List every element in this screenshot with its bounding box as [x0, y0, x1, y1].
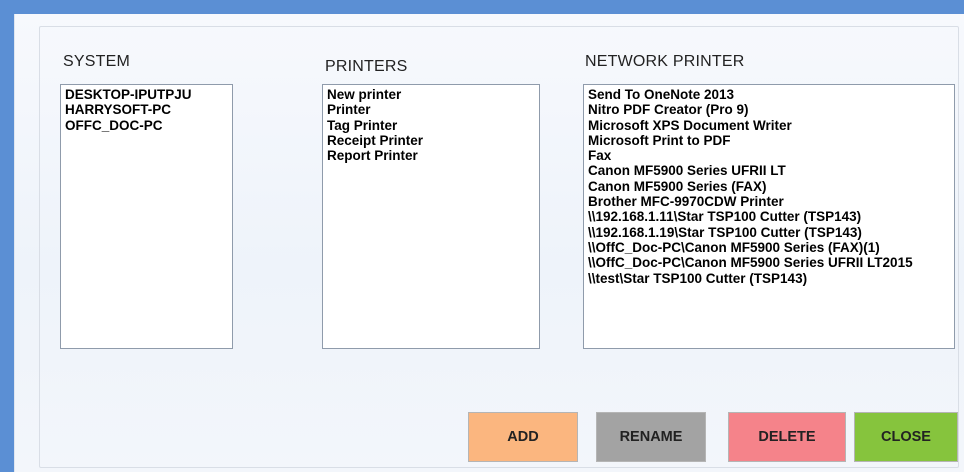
close-button[interactable]: CLOSE — [854, 412, 958, 462]
add-button[interactable]: ADD — [468, 412, 578, 462]
list-item[interactable]: Microsoft XPS Document Writer — [588, 118, 950, 133]
list-item[interactable]: New printer — [327, 87, 535, 102]
system-listbox[interactable]: DESKTOP-IPUTPJU HARRYSOFT-PC OFFC_DOC-PC — [60, 84, 233, 349]
network-printer-label: NETWORK PRINTER — [585, 53, 745, 70]
printers-listbox[interactable]: New printer Printer Tag Printer Receipt Pri… — [322, 84, 540, 349]
list-item[interactable]: Receipt Printer — [327, 133, 535, 148]
rename-button[interactable]: RENAME — [596, 412, 706, 462]
list-item[interactable]: \\OffC_Doc-PC\Canon MF5900 Series (FAX)(… — [588, 240, 950, 255]
list-item[interactable]: Canon MF5900 Series UFRII LT — [588, 163, 950, 178]
list-item[interactable]: \\192.168.1.11\Star TSP100 Cutter (TSP14… — [588, 209, 950, 224]
list-item[interactable]: \\test\Star TSP100 Cutter (TSP143) — [588, 271, 950, 286]
list-item[interactable]: HARRYSOFT-PC — [65, 102, 228, 117]
list-item[interactable]: Printer — [327, 102, 535, 117]
list-item[interactable]: Tag Printer — [327, 118, 535, 133]
list-item[interactable]: Brother MFC-9970CDW Printer — [588, 194, 950, 209]
list-item[interactable]: Canon MF5900 Series (FAX) — [588, 179, 950, 194]
list-item[interactable]: Send To OneNote 2013 — [588, 87, 950, 102]
list-item[interactable]: \\OffC_Doc-PC\Canon MF5900 Series UFRII … — [588, 255, 950, 270]
list-item[interactable]: Report Printer — [327, 148, 535, 163]
list-item[interactable]: OFFC_DOC-PC — [65, 118, 228, 133]
list-item[interactable]: Microsoft Print to PDF — [588, 133, 950, 148]
delete-button[interactable]: DELETE — [728, 412, 846, 462]
list-item[interactable]: DESKTOP-IPUTPJU — [65, 87, 228, 102]
list-item[interactable]: \\192.168.1.19\Star TSP100 Cutter (TSP14… — [588, 225, 950, 240]
printer-group-panel: SYSTEM DESKTOP-IPUTPJU HARRYSOFT-PC OFFC_D… — [39, 26, 959, 468]
list-item[interactable]: Nitro PDF Creator (Pro 9) — [588, 102, 950, 117]
printer-settings-window: SYSTEM DESKTOP-IPUTPJU HARRYSOFT-PC OFFC_D… — [14, 14, 964, 472]
list-item[interactable]: Fax — [588, 148, 950, 163]
system-label: SYSTEM — [63, 53, 130, 70]
printers-label: PRINTERS — [325, 58, 408, 75]
network-printer-listbox[interactable]: Send To OneNote 2013 Nitro PDF Creator (P… — [583, 84, 955, 349]
